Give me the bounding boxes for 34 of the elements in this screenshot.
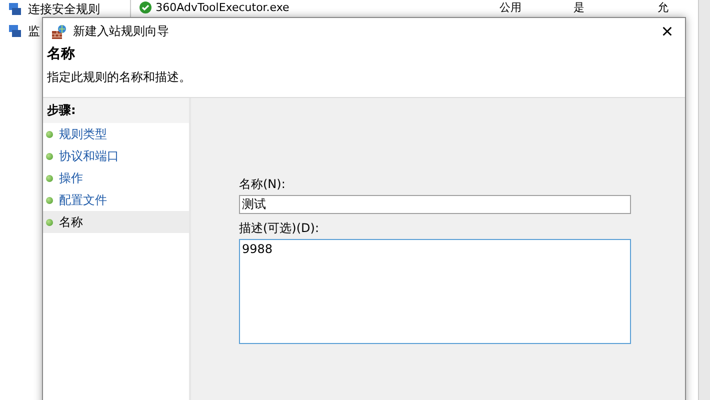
status-dot-icon [46, 218, 53, 226]
step-label: 操作 [59, 170, 83, 186]
description-field[interactable]: 9988 [239, 239, 631, 344]
step-label: 名称 [59, 214, 83, 230]
tree-item[interactable]: 监 [28, 22, 40, 40]
description-label: 描述(可选)(D): [239, 220, 320, 237]
step-item[interactable]: 协议和端口 [43, 145, 189, 167]
table-cell-text: 允 [656, 0, 670, 14]
step-item[interactable]: 操作 [43, 167, 189, 189]
step-label: 配置文件 [59, 192, 107, 208]
page-subtitle: 指定此规则的名称和描述。 [47, 69, 192, 86]
name-field[interactable]: 测试 [239, 195, 631, 214]
computer-icon [8, 24, 22, 38]
status-dot-icon [46, 152, 53, 160]
table-cell-text: 360AdvToolExecutor.exe [154, 0, 290, 14]
step-label: 规则类型 [59, 126, 107, 142]
firewall-icon [51, 24, 67, 40]
step-item[interactable]: 名称 [43, 211, 189, 233]
status-dot-icon [46, 196, 53, 204]
name-label: 名称(N): [239, 176, 286, 193]
step-label: 协议和端口 [59, 148, 119, 164]
step-item[interactable]: 配置文件 [43, 189, 189, 211]
close-button[interactable]: × [657, 22, 677, 42]
window-title: 新建入站规则向导 [73, 23, 170, 40]
step-item[interactable]: 规则类型 [43, 123, 189, 145]
computer-icon [8, 2, 22, 16]
status-dot-icon [46, 174, 53, 182]
page-heading: 名称 [47, 45, 76, 63]
scrollbar[interactable] [698, 0, 710, 400]
table-cell-text: 公用 [498, 0, 523, 14]
steps-title: 步骤: [43, 98, 189, 123]
table-cell-text: 是 [572, 0, 586, 14]
tree-item[interactable]: 连接安全规则 [28, 0, 100, 18]
status-dot-icon [46, 130, 53, 138]
